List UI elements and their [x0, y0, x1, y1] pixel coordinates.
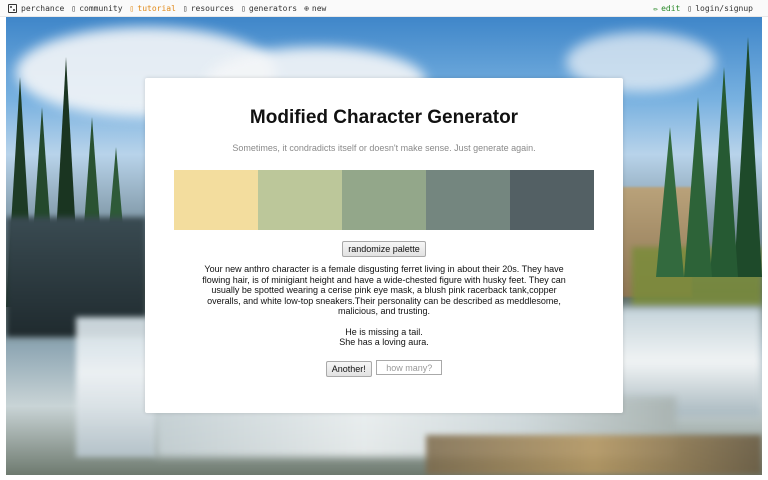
- book-icon: ▯: [182, 3, 188, 13]
- palette-swatch: [510, 170, 594, 230]
- randomize-palette-button[interactable]: randomize palette: [342, 241, 426, 257]
- palette-swatch: [342, 170, 426, 230]
- nav-tutorial[interactable]: ▯ tutorial: [130, 4, 176, 13]
- brand-label: perchance: [21, 3, 65, 13]
- generate-actions: Another!: [145, 359, 623, 377]
- character-description: Your new anthro character is a female di…: [189, 264, 579, 358]
- pine-tree: [710, 67, 738, 277]
- nav-new-label: new: [311, 3, 327, 13]
- description-paragraph: Your new anthro character is a female di…: [189, 264, 579, 317]
- person-icon: ▯: [71, 3, 77, 13]
- palette-swatch: [426, 170, 510, 230]
- palette-swatch: [174, 170, 258, 230]
- nav-login[interactable]: ▯ login/signup: [687, 4, 753, 13]
- extra-trait-line: She has a loving aura.: [339, 337, 429, 347]
- brand-link[interactable]: perchance: [8, 3, 65, 13]
- page-title: Modified Character Generator: [249, 107, 519, 128]
- nav-login-label: login/signup: [695, 3, 753, 13]
- generator-card: Modified Character Generator Sometimes, …: [145, 78, 623, 413]
- randomize-row: randomize palette: [145, 239, 623, 257]
- top-nav-bar: perchance ▯ community ▯ tutorial ▯ resou…: [0, 0, 768, 17]
- nav-resources[interactable]: ▯ resources: [183, 4, 234, 13]
- description-line: malicious, and trusting.: [337, 306, 431, 316]
- page-subtitle: Sometimes, it condradicts itself or does…: [232, 143, 536, 153]
- lightbulb-icon: ▯: [129, 3, 135, 13]
- extra-traits: He is missing a tail. She has a loving a…: [189, 327, 579, 348]
- user-icon: ▯: [687, 3, 693, 13]
- description-line: flowing hair, is of minigiant height and…: [202, 274, 566, 285]
- nav-generators[interactable]: ▯ generators: [241, 4, 297, 13]
- pencil-icon: ✏: [653, 3, 659, 13]
- extra-trait-line: He is missing a tail.: [345, 326, 423, 337]
- nav-edit[interactable]: ✏ edit: [653, 4, 680, 13]
- pine-tree: [656, 127, 684, 277]
- another-button[interactable]: Another!: [325, 361, 372, 377]
- how-many-input[interactable]: [376, 360, 443, 376]
- riverbed-rocks: [426, 435, 762, 475]
- pine-tree: [684, 97, 712, 277]
- waterfall: [76, 317, 156, 457]
- nav-new[interactable]: ⊕ new: [304, 4, 326, 13]
- color-palette: [174, 170, 594, 230]
- dice-icon: ▯: [241, 3, 246, 13]
- right-forest: [612, 37, 762, 277]
- nav-community-label: community: [79, 3, 123, 13]
- description-line: Your new anthro character is a female di…: [204, 264, 564, 274]
- nav-edit-label: edit: [661, 3, 681, 13]
- nav-resources-label: resources: [190, 3, 235, 13]
- description-line: overalls, and white low-top sneakers.The…: [207, 295, 561, 306]
- nav-generators-label: generators: [248, 3, 298, 13]
- palette-swatch: [258, 170, 342, 230]
- nav-community[interactable]: ▯ community: [71, 4, 122, 13]
- pine-tree: [734, 37, 762, 277]
- plus-icon: ⊕: [304, 3, 309, 13]
- description-line: usually be spotted wearing a cerise pink…: [211, 285, 557, 295]
- nav-tutorial-label: tutorial: [137, 3, 176, 13]
- dice-logo-icon: [8, 3, 17, 13]
